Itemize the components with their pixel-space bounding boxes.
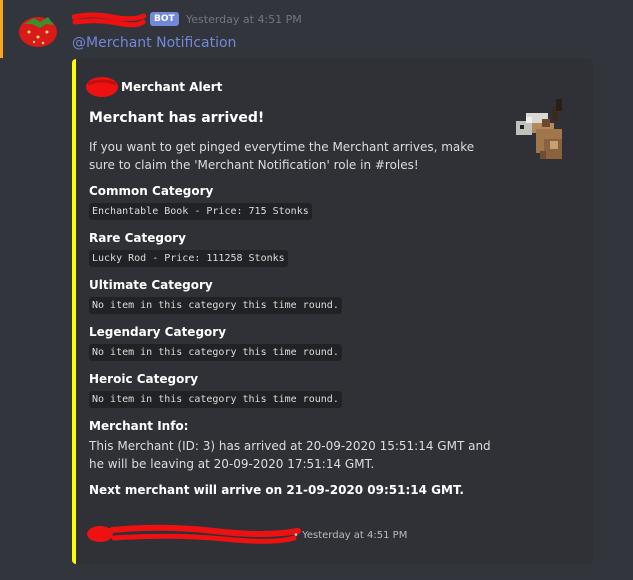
field-name-ultimate: Ultimate Category [89,278,213,292]
embed-title: Merchant has arrived! [89,110,265,126]
field-value-common: Enchantable Book - Price: 715 Stonks [89,203,312,220]
field-name-common: Common Category [89,184,214,198]
field-value-rare: Lucky Rod - Price: 111258 Stonks [89,250,288,267]
field-name-rare: Rare Category [89,231,186,245]
strawberry-avatar-icon[interactable] [16,10,60,50]
embed-author-name[interactable]: Merchant Alert [121,79,222,95]
redacted-footer [87,524,301,544]
embed-card: Merchant Alert Merchant has arrived! If … [72,59,593,564]
embed-accent-bar [72,59,76,564]
embed-footer-timestamp: • Yesterday at 4:51 PM [293,530,408,541]
bot-tag: BOT [150,12,179,26]
mention-highlight-bar [0,0,3,58]
redacted-username[interactable] [72,11,146,29]
field-value-ultimate: No item in this category this time round… [89,297,342,314]
llama-thumbnail-icon[interactable] [496,93,576,159]
field-name-legendary: Legendary Category [89,325,227,339]
field-value-merchant-info: This Merchant (ID: 3) has arrived at 20-… [89,439,491,471]
redacted-author-icon [86,77,118,97]
next-merchant-text: Next merchant will arrive on 21-09-2020 … [89,483,464,497]
field-name-merchant-info: Merchant Info: [89,419,189,433]
message-timestamp[interactable]: Yesterday at 4:51 PM [186,12,302,28]
field-value-legendary: No item in this category this time round… [89,344,342,361]
role-mention[interactable]: @Merchant Notification [72,34,236,52]
message: BOT Yesterday at 4:51 PM @Merchant Notif… [0,0,633,580]
field-name-heroic: Heroic Category [89,372,199,386]
field-value-heroic: No item in this category this time round… [89,391,342,408]
embed-description: If you want to get pinged everytime the … [89,140,475,172]
